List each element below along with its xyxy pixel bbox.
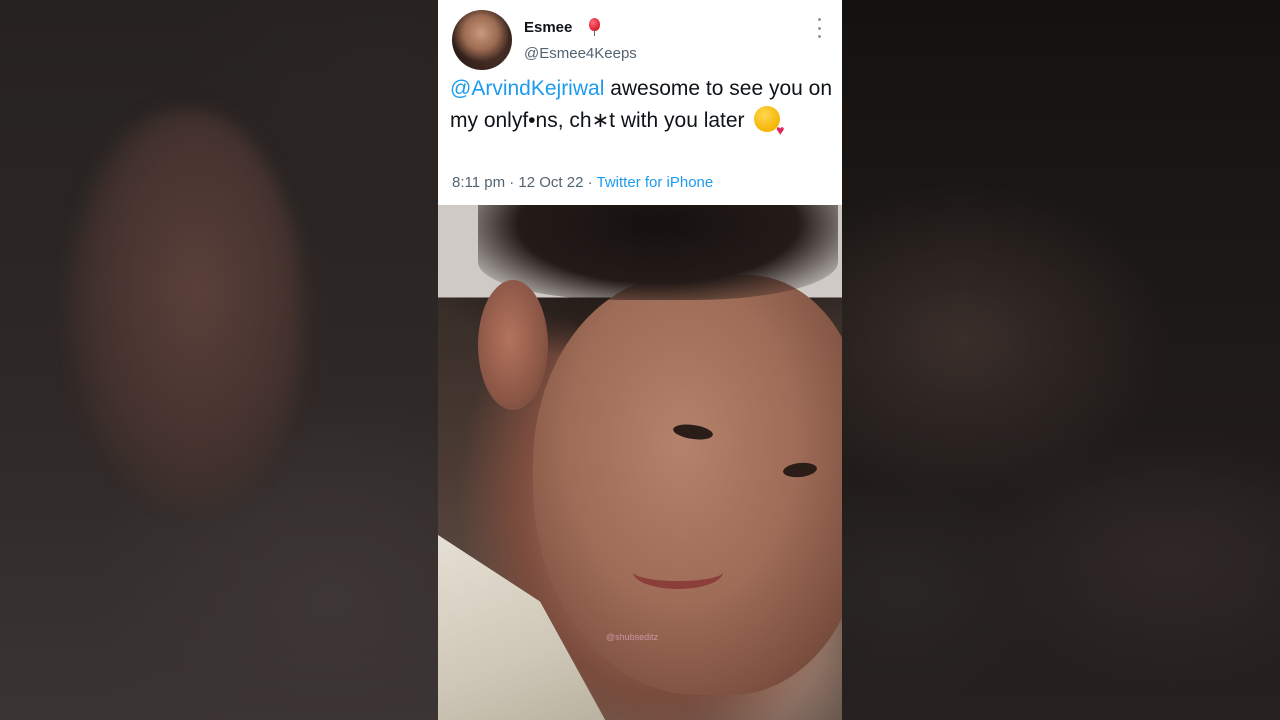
watermark: @shubseditz bbox=[606, 632, 659, 642]
blurred-ear bbox=[70, 110, 300, 510]
hair bbox=[478, 205, 838, 300]
ear bbox=[478, 280, 548, 410]
video-frame: Esmee @Esmee4Keeps @ArvindKejriwal aweso… bbox=[438, 0, 842, 720]
tweet-meta: 8:11 pm · 12 Oct 22 · Twitter for iPhone bbox=[452, 174, 713, 191]
tweet-card: Esmee @Esmee4Keeps @ArvindKejriwal aweso… bbox=[438, 0, 842, 205]
display-name[interactable]: Esmee bbox=[524, 19, 572, 36]
user-handle[interactable]: @Esmee4Keeps bbox=[524, 45, 637, 62]
tweet-text: @ArvindKejriwal awesome to see you on my… bbox=[450, 73, 835, 146]
face bbox=[533, 275, 842, 695]
video-still-photo: @shubseditz bbox=[438, 205, 842, 720]
blurred-background-right bbox=[842, 0, 1280, 720]
more-options-icon[interactable] bbox=[814, 18, 824, 38]
blurred-background-left bbox=[0, 0, 438, 720]
kissing-face-with-heart-icon bbox=[754, 106, 784, 146]
avatar[interactable] bbox=[452, 10, 512, 70]
mention-link[interactable]: @ArvindKejriwal bbox=[450, 77, 604, 100]
tweet-source[interactable]: Twitter for iPhone bbox=[597, 174, 714, 191]
smile bbox=[633, 555, 723, 589]
balloon-icon bbox=[589, 18, 600, 36]
tweet-timestamp[interactable]: 8:11 pm · 12 Oct 22 · bbox=[452, 174, 597, 191]
